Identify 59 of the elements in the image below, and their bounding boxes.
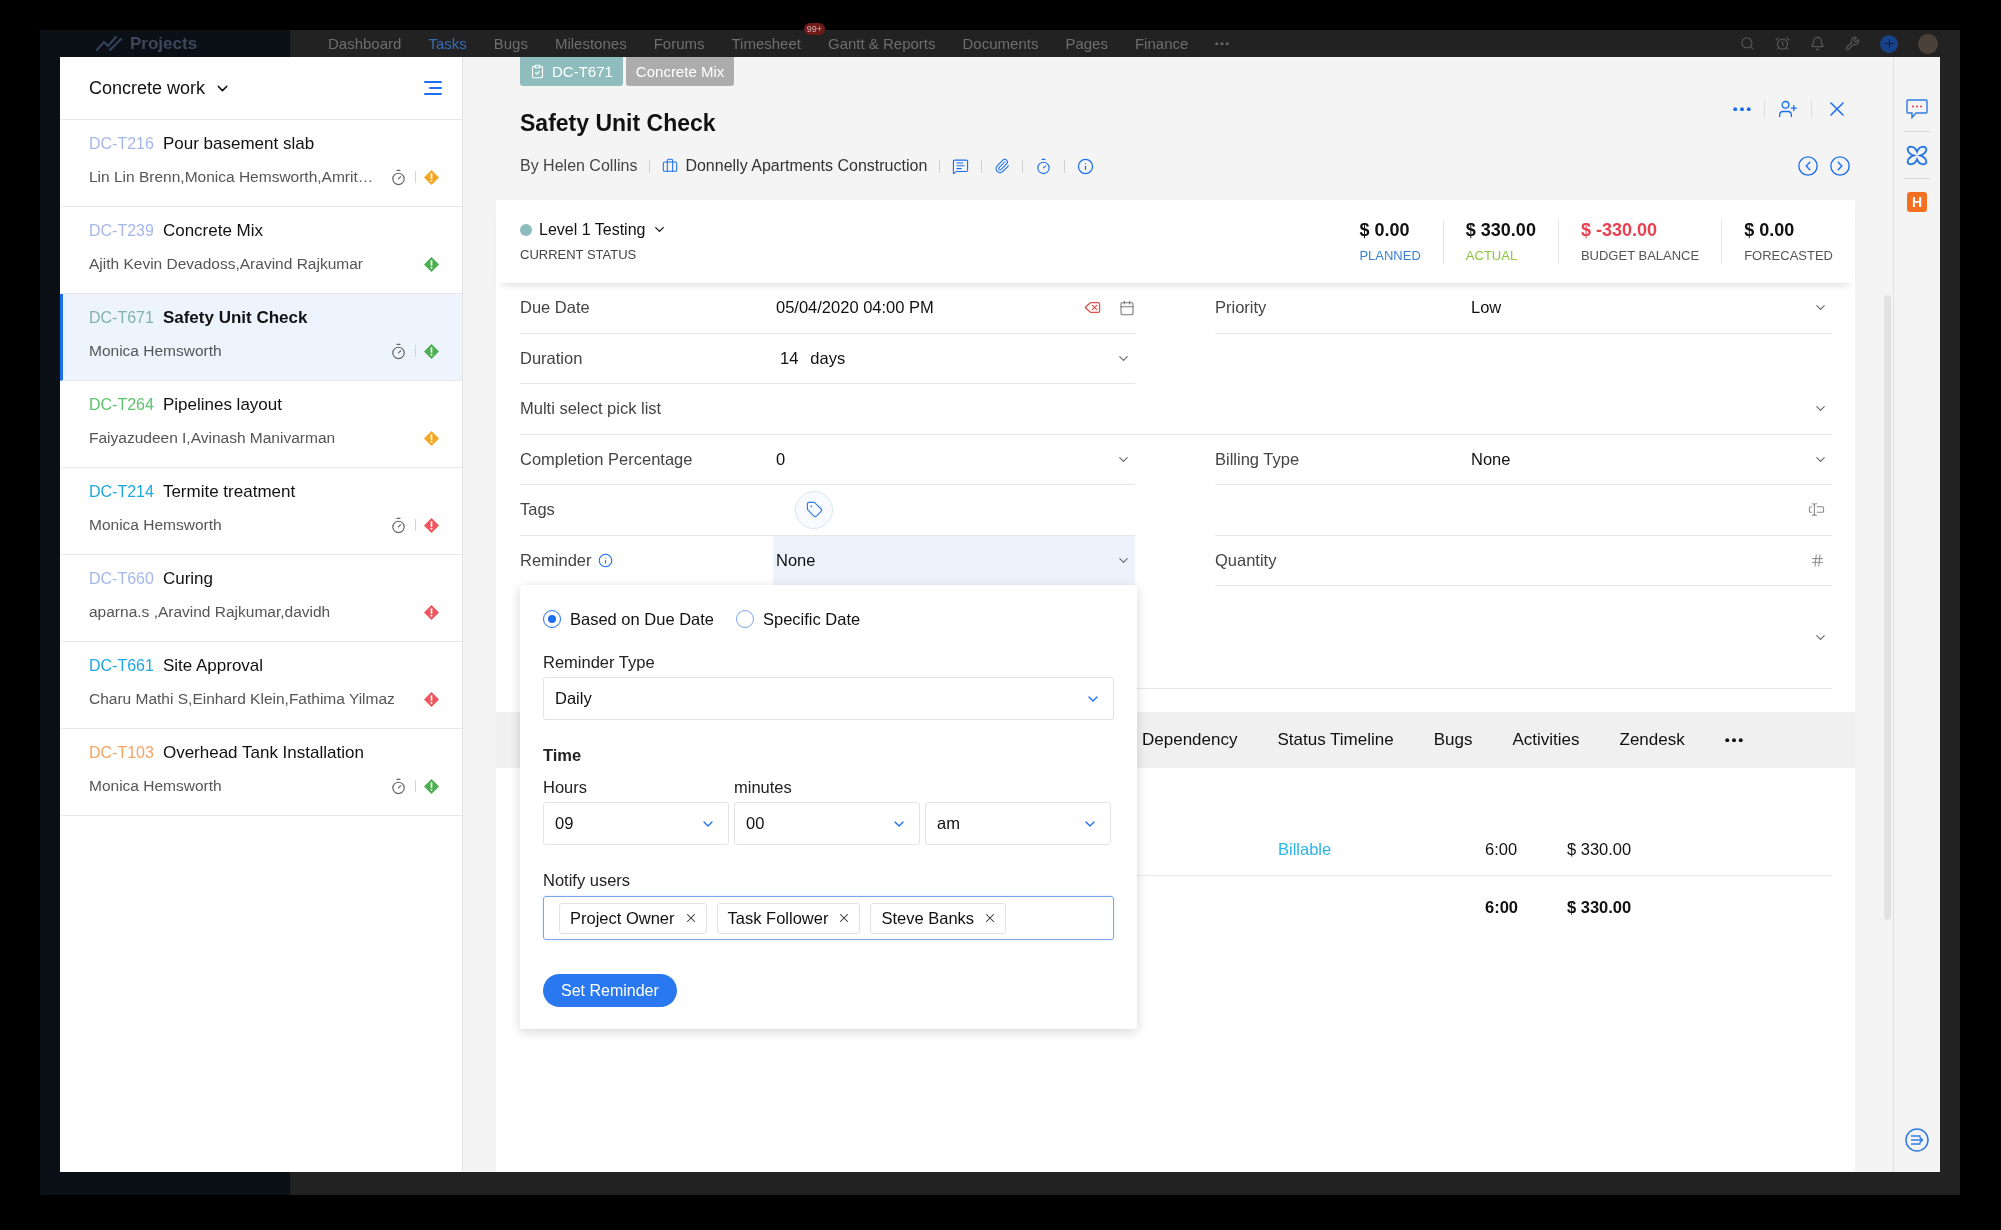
task-title-heading: Safety Unit Check bbox=[520, 110, 716, 136]
task-title: Curing bbox=[162, 569, 213, 589]
task-id: DC-T103 bbox=[89, 743, 154, 763]
stat-value: $ -330.00 bbox=[1580, 219, 1657, 240]
stat-value: $ 0.00 bbox=[1359, 219, 1410, 240]
field-label: Completion Percentage bbox=[520, 449, 693, 469]
assignee-names: aparna.s ,Aravind Rajkumar,davidh bbox=[89, 602, 332, 622]
field-label: Billing Type bbox=[1215, 449, 1300, 469]
assignee-names: Lin Lin Brenn,Monica Hemsworth,Amrit… bbox=[89, 167, 375, 187]
assignee-names: Charu Mathi S,Einhard Klein,Fathima Yilmaz bbox=[89, 689, 396, 709]
task-id: DC-T264 bbox=[89, 395, 154, 415]
total-cell: 6:00 bbox=[1485, 897, 1519, 917]
total-cell: $ 330.00 bbox=[1567, 897, 1632, 917]
task-id: DC-T661 bbox=[89, 656, 154, 676]
task-title: Concrete Mix bbox=[162, 221, 264, 241]
task-title: Pour basement slab bbox=[162, 134, 315, 154]
table-cell: Billable bbox=[1278, 840, 1332, 859]
user-name: Project Owner bbox=[570, 908, 675, 928]
field-label: Tags bbox=[520, 500, 555, 520]
app-logo-text: Projects bbox=[130, 33, 198, 54]
user-name: Task Follower bbox=[727, 908, 829, 928]
assignee-names: Monica Hemsworth bbox=[89, 776, 223, 796]
assignee-names: Monica Hemsworth bbox=[89, 515, 223, 535]
stat-label: FORECASTED bbox=[1744, 247, 1833, 264]
stat-label: ACTUAL bbox=[1465, 247, 1518, 264]
field-label: Priority bbox=[1215, 298, 1267, 318]
task-title: Pipelines layout bbox=[162, 395, 282, 415]
task-id: DC-T671 bbox=[89, 308, 154, 328]
task-id: DC-T216 bbox=[89, 134, 154, 154]
task-id: DC-T214 bbox=[89, 482, 154, 502]
stat-label: BUDGET BALANCE bbox=[1580, 247, 1700, 264]
task-title: Overhead Tank Installation bbox=[162, 743, 364, 763]
status-caption: CURRENT STATUS bbox=[520, 247, 637, 263]
field-label: Reminder bbox=[520, 550, 592, 570]
field-label: Hours bbox=[543, 777, 587, 797]
field-label: Quantity bbox=[1215, 550, 1277, 570]
field-label: Multi select pick list bbox=[520, 399, 662, 419]
field-label: Notify users bbox=[543, 870, 631, 890]
task-id: DC-T660 bbox=[89, 569, 154, 589]
stat-value: $ 0.00 bbox=[1744, 219, 1795, 240]
user-name: Steve Banks bbox=[881, 908, 975, 928]
notification-badge: 99+ bbox=[803, 22, 825, 35]
stat-label: PLANNED bbox=[1359, 247, 1421, 264]
task-id: DC-T239 bbox=[89, 221, 154, 241]
section-heading: Time bbox=[543, 745, 582, 765]
stat-value: $ 330.00 bbox=[1465, 219, 1536, 240]
field-label: minutes bbox=[734, 777, 792, 797]
field-label: Due Date bbox=[520, 298, 590, 318]
field-label: Reminder Type bbox=[543, 652, 655, 672]
table-cell: $ 330.00 bbox=[1567, 840, 1632, 859]
assignee-names: Faiyazudeen I,Avinash Manivarman bbox=[89, 428, 337, 448]
assignee-names: Ajith Kevin Devadoss,Aravind Rajkumar bbox=[89, 254, 364, 274]
author-text: By Helen Collins bbox=[520, 157, 638, 175]
task-title: Safety Unit Check bbox=[162, 308, 308, 328]
field-label: Duration bbox=[520, 348, 583, 368]
table-cell: 6:00 bbox=[1485, 840, 1518, 859]
task-title: Site Approval bbox=[162, 656, 264, 676]
task-title: Termite treatment bbox=[162, 482, 296, 502]
assignee-names: Monica Hemsworth bbox=[89, 341, 223, 361]
